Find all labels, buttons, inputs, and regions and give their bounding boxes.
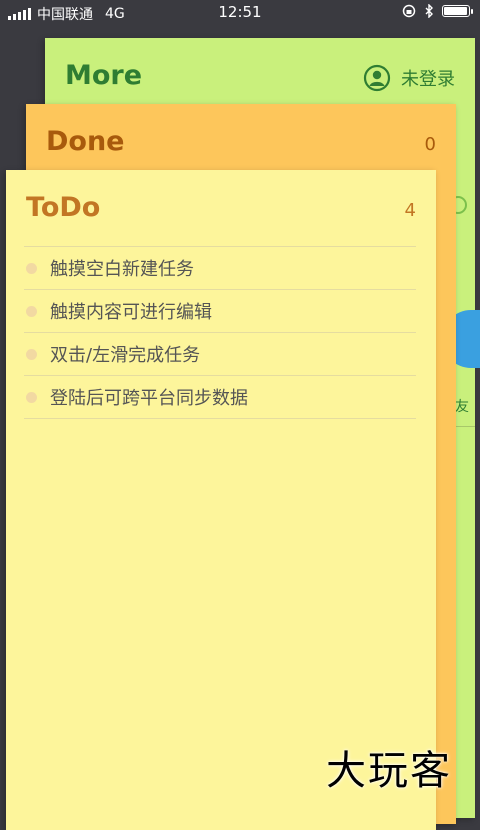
login-label: 未登录	[401, 69, 455, 90]
todo-count: 4	[404, 200, 416, 221]
task-text: 双击/左滑完成任务	[50, 345, 201, 366]
battery-icon	[442, 5, 473, 17]
task-bullet-icon	[26, 391, 37, 403]
friend-label: 友	[455, 399, 469, 415]
task-bullet-icon	[26, 262, 37, 274]
todo-card[interactable]: ToDo 4 触摸空白新建任务 触摸内容可进行编辑 双击/左滑完成任务 登陆后可…	[6, 170, 436, 830]
battery-level	[444, 7, 467, 15]
todo-title: ToDo	[26, 192, 101, 223]
task-text: 登陆后可跨平台同步数据	[50, 388, 248, 409]
task-item[interactable]: 触摸空白新建任务	[24, 247, 416, 290]
status-bar: 中国联通 4G 12:51	[0, 0, 480, 26]
task-item[interactable]: 登陆后可跨平台同步数据	[24, 376, 416, 419]
done-count: 0	[424, 134, 436, 155]
more-title: More	[65, 60, 143, 91]
login-button[interactable]: 未登录	[363, 64, 455, 92]
task-item[interactable]: 触摸内容可进行编辑	[24, 290, 416, 333]
bluetooth-icon	[425, 4, 433, 18]
task-text: 触摸空白新建任务	[50, 259, 194, 280]
rotation-lock-icon	[402, 4, 416, 18]
user-icon	[363, 64, 391, 92]
status-right	[402, 4, 473, 18]
task-item[interactable]: 双击/左滑完成任务	[24, 333, 416, 376]
task-bullet-icon	[26, 348, 37, 360]
task-text: 触摸内容可进行编辑	[50, 302, 212, 323]
task-bullet-icon	[26, 305, 37, 317]
task-list: 触摸空白新建任务 触摸内容可进行编辑 双击/左滑完成任务 登陆后可跨平台同步数据	[24, 246, 416, 419]
watermark-logo: 大玩客	[326, 748, 452, 794]
done-title: Done	[46, 126, 125, 157]
